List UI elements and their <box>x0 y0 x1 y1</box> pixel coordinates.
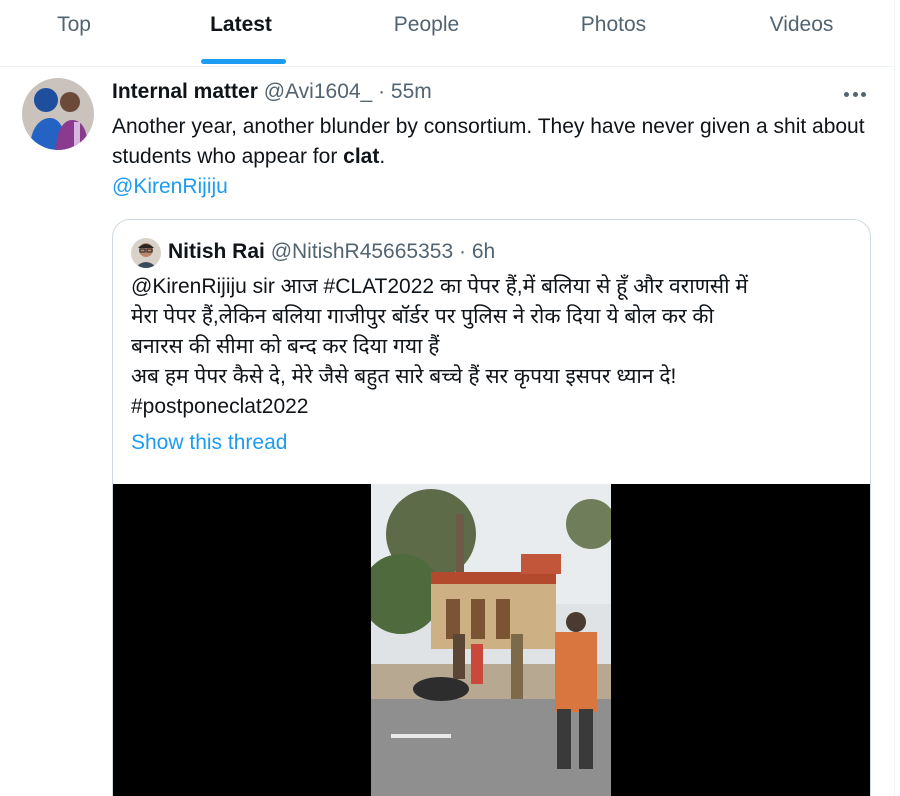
quoted-text-line: @KirenRijiju sir आज #CLAT2022 का पेपर है… <box>131 275 748 298</box>
timeline-border <box>894 0 895 796</box>
video-thumbnail <box>371 484 611 796</box>
tab-label: Top <box>57 13 91 36</box>
tab-label: Photos <box>580 13 647 36</box>
tab-photos[interactable]: Photos <box>519 0 708 66</box>
show-thread-link[interactable]: Show this thread <box>131 431 287 455</box>
tab-label: Videos <box>769 13 834 36</box>
author-name[interactable]: Internal matter <box>112 80 258 103</box>
tweet-time[interactable]: 55m <box>391 80 432 103</box>
video-player[interactable] <box>113 484 870 796</box>
author-handle[interactable]: @Avi1604_ <box>264 80 373 103</box>
search-tabs: Top Latest People Photos Videos <box>0 0 895 67</box>
separator-dot: · <box>372 80 391 103</box>
quoted-time[interactable]: 6h <box>472 240 495 263</box>
tweet-text: Another year, another blunder by consort… <box>112 112 872 172</box>
quoted-text-line: बनारस की सीमा को बन्द कर दिया गया हैं <box>131 335 440 358</box>
hashtag[interactable]: #postponeclat2022 <box>131 392 851 422</box>
tab-label: Latest <box>210 13 272 36</box>
mention-link[interactable]: @KirenRijiju <box>112 172 228 202</box>
quoted-author-name[interactable]: Nitish Rai <box>168 240 265 263</box>
more-horizontal-icon[interactable] <box>838 82 872 106</box>
quoted-header: Nitish Rai @NitishR45665353 · 6h <box>168 240 495 264</box>
quoted-text-line: मेरा पेपर हैं,लेकिन बलिया गाजीपुर बॉर्डर… <box>131 305 714 328</box>
separator-dot: · <box>453 240 472 263</box>
quoted-tweet[interactable]: Nitish Rai @NitishR45665353 · 6h @KirenR… <box>112 219 871 796</box>
tab-people[interactable]: People <box>334 0 519 66</box>
tab-label: People <box>393 13 460 36</box>
tweet-text-end: . <box>379 145 386 168</box>
tab-videos[interactable]: Videos <box>708 0 895 66</box>
quoted-text-line: अब हम पेपर कैसे दे, मेरे जैसे बहुत सारे … <box>131 365 677 388</box>
tweet-highlight-term: clat <box>343 145 380 168</box>
tab-latest[interactable]: Latest <box>148 0 334 66</box>
quoted-handle[interactable]: @NitishR45665353 <box>271 240 453 263</box>
tweet-text-body: Another year, another blunder by consort… <box>112 115 865 168</box>
quoted-text: @KirenRijiju sir आज #CLAT2022 का पेपर है… <box>131 272 851 422</box>
quoted-avatar[interactable] <box>131 238 161 268</box>
avatar[interactable] <box>22 78 94 150</box>
tab-top[interactable]: Top <box>0 0 148 66</box>
active-tab-indicator <box>201 59 286 64</box>
tweet-header: Internal matter @Avi1604_ · 55m <box>112 80 432 104</box>
